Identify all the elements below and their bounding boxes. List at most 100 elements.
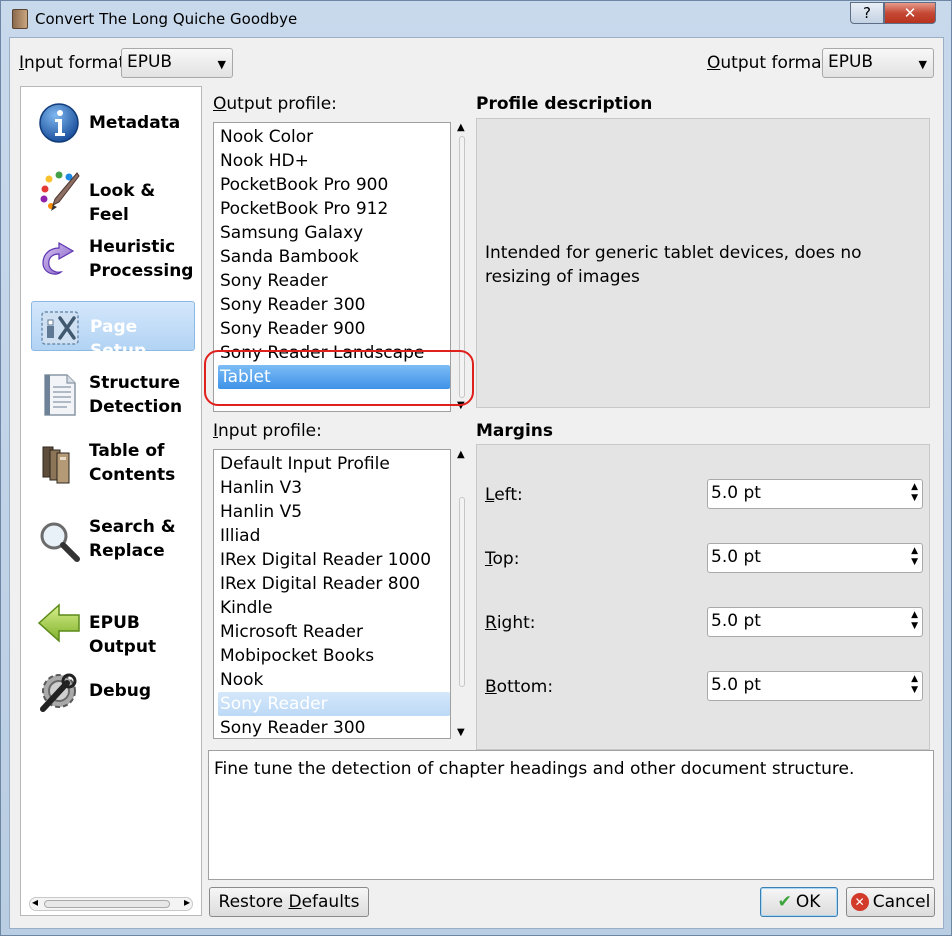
sidebar-item-label: Table of Contents xyxy=(89,441,176,485)
sidebar-item-look-and-feel[interactable]: Look & Feel xyxy=(31,165,195,225)
list-item[interactable]: Hanlin V3 xyxy=(218,476,450,500)
sidebar-item-label: Heuristic Processing xyxy=(89,237,194,281)
list-item[interactable]: Microsoft Reader xyxy=(218,620,450,644)
help-button[interactable]: ? xyxy=(850,2,884,24)
list-item[interactable]: IRex Digital Reader 800 xyxy=(218,572,450,596)
palette-icon xyxy=(40,171,80,211)
scroll-up-icon[interactable]: ▲ xyxy=(457,449,465,460)
help-text-box: Fine tune the detection of chapter headi… xyxy=(208,750,934,880)
scroll-down-icon[interactable]: ▼ xyxy=(457,727,465,738)
input-profile-scrollbar[interactable]: ▲ ▼ xyxy=(456,449,468,739)
sidebar-item-label: Look & Feel xyxy=(89,181,156,225)
sidebar-horizontal-scrollbar[interactable]: ◂ ▸ xyxy=(29,895,193,911)
window-title: Convert The Long Quiche Goodbye xyxy=(35,10,298,28)
output-profile-label: Output profile: xyxy=(213,94,337,114)
redo-arrow-icon xyxy=(42,241,75,275)
list-item[interactable]: Sony Reader 300 xyxy=(218,716,450,738)
margins-group: Left: 5.0 pt ▲ ▼ Top: 5.0 pt ▲ ▼ Right: 5.… xyxy=(476,444,930,750)
list-item[interactable]: Mobipocket Books xyxy=(218,644,450,668)
spin-arrows-icon[interactable]: ▲ ▼ xyxy=(911,482,918,504)
profile-description-box: Intended for generic tablet devices, doe… xyxy=(476,118,930,408)
left-margin-value: 5.0 pt xyxy=(711,483,761,503)
sidebar-item-epub-output[interactable]: EPUB Output xyxy=(31,597,195,657)
input-format-value: EPUB xyxy=(127,52,173,72)
annotation-highlight-ring xyxy=(204,350,474,406)
top-margin-value: 5.0 pt xyxy=(711,547,761,567)
margins-title: Margins xyxy=(476,421,553,441)
list-item[interactable]: Kindle xyxy=(218,596,450,620)
page-setup-icon xyxy=(41,311,79,345)
sidebar-item-label: Page Setup xyxy=(90,317,147,361)
input-format-select[interactable]: EPUB ▼ xyxy=(121,48,233,78)
sidebar-item-structure-detection[interactable]: Structure Detection xyxy=(31,369,195,419)
output-format-value: EPUB xyxy=(828,52,874,72)
list-item[interactable]: Sony Reader 900 xyxy=(218,317,450,341)
right-margin-spinbox[interactable]: 5.0 pt ▲ ▼ xyxy=(707,607,923,637)
input-profile-label: Input profile: xyxy=(213,421,322,441)
sidebar: Metadata Look & Feel Heuristic Processin… xyxy=(20,86,202,916)
list-item[interactable]: Sony Reader xyxy=(218,269,450,293)
chevron-down-icon: ▼ xyxy=(217,58,226,71)
list-item[interactable]: Hanlin V5 xyxy=(218,500,450,524)
cancel-icon: ✕ xyxy=(850,893,869,911)
top-margin-spinbox[interactable]: 5.0 pt ▲ ▼ xyxy=(707,543,923,573)
bottom-margin-value: 5.0 pt xyxy=(711,675,761,695)
list-item[interactable]: Default Input Profile xyxy=(218,452,450,476)
magnifier-icon xyxy=(40,522,80,562)
sidebar-item-page-setup[interactable]: Page Setup xyxy=(31,301,195,361)
top-margin-label: Top: xyxy=(485,549,520,569)
scroll-right-icon[interactable]: ▸ xyxy=(184,895,190,909)
list-item[interactable]: Nook xyxy=(218,668,450,692)
book-icon xyxy=(12,9,28,29)
output-format-select[interactable]: EPUB ▼ xyxy=(822,48,934,78)
books-icon xyxy=(42,446,70,484)
scrollbar-thumb[interactable] xyxy=(459,497,465,687)
gear-wrench-icon xyxy=(40,673,77,712)
sidebar-item-label: Debug xyxy=(89,681,152,701)
profile-description-text: Intended for generic tablet devices, doe… xyxy=(485,243,862,287)
list-item[interactable]: IRex Digital Reader 1000 xyxy=(218,548,450,572)
spin-arrows-icon[interactable]: ▲ ▼ xyxy=(911,546,918,568)
sidebar-item-heuristic-processing[interactable]: Heuristic Processing xyxy=(31,233,195,283)
list-item[interactable]: PocketBook Pro 912 xyxy=(218,197,450,221)
input-profile-list[interactable]: Default Input Profile Hanlin V3 Hanlin V… xyxy=(213,449,451,739)
list-item[interactable]: Sony Reader 300 xyxy=(218,293,450,317)
left-arrow-icon xyxy=(37,603,80,643)
title-bar: Convert The Long Quiche Goodbye ? ✕ xyxy=(1,1,951,37)
spin-arrows-icon[interactable]: ▲ ▼ xyxy=(911,610,918,632)
sidebar-item-table-of-contents[interactable]: Table of Contents xyxy=(31,437,195,487)
info-icon xyxy=(39,103,79,143)
sidebar-item-label: Metadata xyxy=(89,113,181,133)
list-item[interactable]: Sanda Bambook xyxy=(218,245,450,269)
input-format-label: Input format: xyxy=(19,53,131,73)
list-item[interactable]: Nook HD+ xyxy=(218,149,450,173)
output-format-label: Output format: xyxy=(707,53,834,73)
close-button[interactable]: ✕ xyxy=(884,2,936,24)
list-item[interactable]: Nook Color xyxy=(218,125,450,149)
scroll-up-icon[interactable]: ▲ xyxy=(457,122,465,133)
sidebar-item-label: Structure Detection xyxy=(89,373,183,417)
list-item[interactable]: PocketBook Pro 900 xyxy=(218,173,450,197)
cancel-button[interactable]: ✕ Cancel xyxy=(846,887,935,917)
profile-description-title: Profile description xyxy=(476,94,653,114)
help-text: Fine tune the detection of chapter headi… xyxy=(214,759,855,779)
right-margin-label: Right: xyxy=(485,613,536,633)
scrollbar-thumb[interactable] xyxy=(44,900,170,908)
bottom-margin-label: Bottom: xyxy=(485,677,554,697)
left-margin-spinbox[interactable]: 5.0 pt ▲ ▼ xyxy=(707,479,923,509)
dialog-body: Input format: EPUB ▼ Output format: EPUB… xyxy=(9,37,944,929)
list-item-selected[interactable]: Sony Reader xyxy=(218,692,450,716)
bottom-margin-spinbox[interactable]: 5.0 pt ▲ ▼ xyxy=(707,671,923,701)
list-item[interactable]: Samsung Galaxy xyxy=(218,221,450,245)
restore-defaults-button[interactable]: Restore Defaults xyxy=(209,887,369,917)
left-margin-label: Left: xyxy=(485,485,523,505)
sidebar-item-debug[interactable]: Debug xyxy=(31,665,195,715)
sidebar-item-label: EPUB Output xyxy=(89,613,157,657)
dialog-window: Convert The Long Quiche Goodbye ? ✕ Inpu… xyxy=(0,0,952,936)
sidebar-item-metadata[interactable]: Metadata xyxy=(31,97,195,147)
scroll-left-icon[interactable]: ◂ xyxy=(32,895,38,909)
ok-button[interactable]: ✔ OK xyxy=(760,887,838,917)
spin-arrows-icon[interactable]: ▲ ▼ xyxy=(911,674,918,696)
sidebar-item-search-replace[interactable]: Search & Replace xyxy=(31,505,195,579)
list-item[interactable]: Illiad xyxy=(218,524,450,548)
